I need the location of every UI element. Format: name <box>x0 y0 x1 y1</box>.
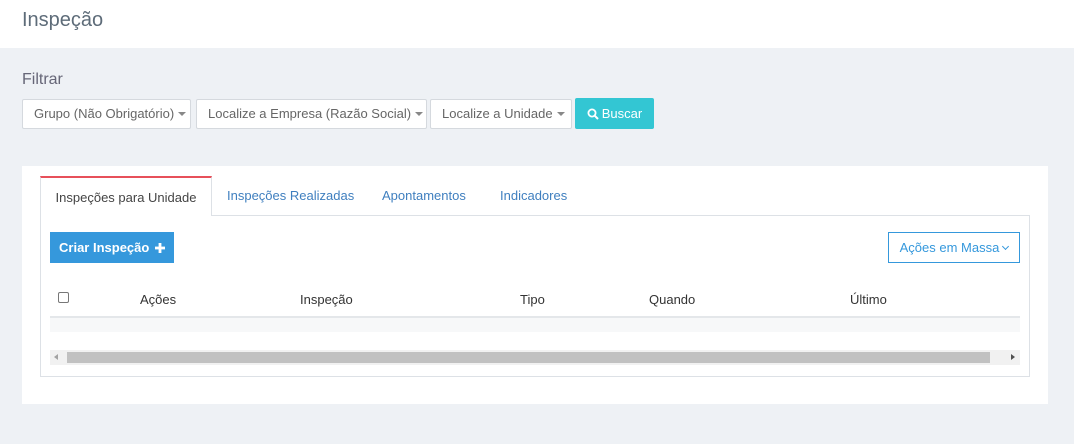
scroll-right-arrow-icon[interactable] <box>1011 354 1015 360</box>
table-empty-row <box>50 318 1020 332</box>
empresa-dropdown[interactable]: Localize a Empresa (Razão Social) <box>196 99 427 129</box>
page-title: Inspeção <box>22 9 104 31</box>
inspecao-card: Inspeções para Unidade Inspeções Realiza… <box>22 166 1048 404</box>
acoes-em-massa-button[interactable]: Ações em Massa <box>888 232 1020 263</box>
filter-label: Filtrar <box>22 71 63 88</box>
criar-inspecao-label: Criar Inspeção <box>59 240 150 255</box>
column-header-acoes[interactable]: Ações <box>140 292 176 307</box>
acoes-em-massa-label: Ações em Massa <box>899 240 1000 255</box>
buscar-button[interactable]: Buscar <box>575 98 654 129</box>
scrollbar-thumb[interactable] <box>67 352 990 363</box>
tab-inspecoes-para-unidade[interactable]: Inspeções para Unidade <box>40 176 212 216</box>
tab-indicadores[interactable]: Indicadores <box>500 176 567 216</box>
grupo-dropdown[interactable]: Grupo (Não Obrigatório) <box>22 99 191 129</box>
empresa-dropdown-label: Localize a Empresa (Razão Social) <box>208 106 412 121</box>
grupo-dropdown-label: Grupo (Não Obrigatório) <box>34 106 175 121</box>
column-header-inspecao[interactable]: Inspeção <box>300 292 353 307</box>
unidade-dropdown-label: Localize a Unidade <box>442 106 553 121</box>
caret-down-icon <box>178 111 187 116</box>
buscar-label: Buscar <box>601 106 643 121</box>
horizontal-scrollbar[interactable] <box>50 350 1020 365</box>
column-header-ultimo[interactable]: Último <box>850 292 887 307</box>
select-all-checkbox[interactable] <box>58 292 69 303</box>
column-header-quando[interactable]: Quando <box>649 292 695 307</box>
search-icon <box>587 108 599 120</box>
caret-down-icon <box>556 111 565 116</box>
tab-inspecoes-realizadas[interactable]: Inspeções Realizadas <box>227 176 354 216</box>
unidade-dropdown[interactable]: Localize a Unidade <box>430 99 572 129</box>
criar-inspecao-button[interactable]: Criar Inspeção <box>50 232 174 263</box>
plus-icon <box>154 242 165 253</box>
chevron-down-icon <box>1002 242 1010 251</box>
tab-apontamentos[interactable]: Apontamentos <box>382 176 466 216</box>
scroll-left-arrow-icon[interactable] <box>54 354 58 360</box>
column-header-tipo[interactable]: Tipo <box>520 292 545 307</box>
page-header: Inspeção <box>0 0 1074 48</box>
caret-down-icon <box>415 111 424 116</box>
